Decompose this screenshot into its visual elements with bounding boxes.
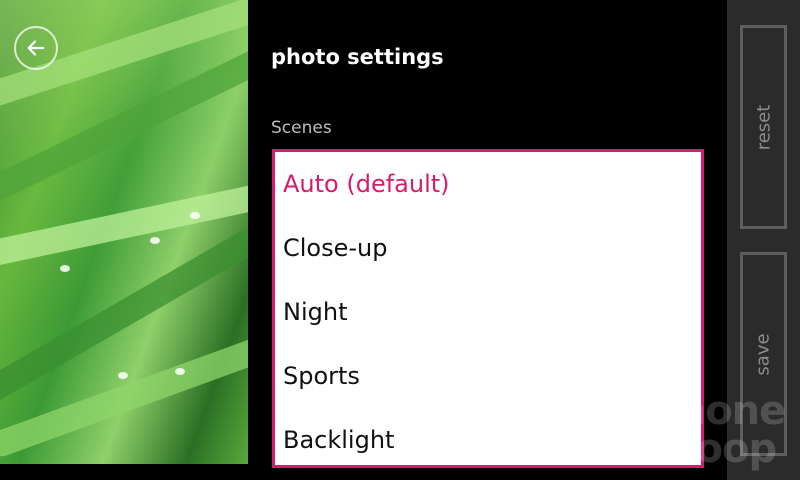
scene-option-backlight[interactable]: Backlight: [275, 408, 701, 472]
scene-option-close-up[interactable]: Close-up: [275, 216, 701, 280]
back-arrow-icon: [27, 40, 45, 56]
water-drop: [118, 372, 128, 379]
water-drop: [150, 237, 160, 244]
save-button-label: save: [753, 332, 775, 376]
scene-option-auto[interactable]: Auto (default): [275, 152, 701, 216]
reset-button-label: reset: [753, 104, 774, 150]
water-drop: [175, 368, 185, 375]
back-button[interactable]: [14, 26, 58, 70]
water-drop: [190, 212, 200, 219]
phonescoop-watermark: phone scoop: [650, 388, 786, 472]
grass-blade: [0, 326, 248, 460]
scene-option-sports[interactable]: Sports: [275, 344, 701, 408]
scenes-label: Scenes: [271, 118, 332, 138]
scene-list[interactable]: Auto (default) Close-up Night Sports Bac…: [272, 149, 704, 468]
page-title: photo settings: [271, 45, 444, 69]
reset-button[interactable]: reset: [740, 25, 787, 229]
water-drop: [60, 265, 70, 272]
scene-option-night[interactable]: Night: [275, 280, 701, 344]
camera-preview: [0, 0, 248, 464]
